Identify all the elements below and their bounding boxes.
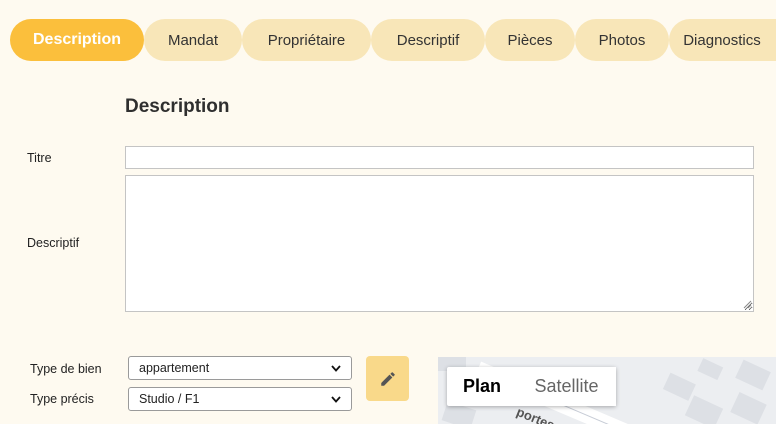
tab-descriptif[interactable]: Descriptif [371,19,485,61]
type-precis-value: Studio / F1 [139,392,200,406]
type-de-bien-value: appartement [139,361,210,375]
section-title: Description [125,96,230,117]
map-satellite-button[interactable]: Satellite [517,367,616,406]
tab-bar: Description Mandat Propriétaire Descript… [0,0,776,80]
chevron-down-icon [331,395,341,403]
tab-mandat[interactable]: Mandat [144,19,242,61]
map-plan-button[interactable]: Plan [447,367,517,406]
tab-diagnostics[interactable]: Diagnostics [669,19,776,61]
type-precis-select[interactable]: Studio / F1 [128,387,352,411]
pencil-icon [380,371,395,386]
tab-description[interactable]: Description [10,19,144,61]
descriptif-textarea[interactable] [125,175,754,312]
tab-proprietaire[interactable]: Propriétaire [242,19,371,61]
descriptif-label: Descriptif [27,236,80,250]
map-type-control: Plan Satellite [447,367,616,406]
type-de-bien-select[interactable]: appartement [128,356,352,380]
type-de-bien-label: Type de bien [30,362,102,376]
tab-pieces[interactable]: Pièces [485,19,575,61]
titre-input[interactable] [125,146,754,169]
chevron-down-icon [331,364,341,372]
map-view[interactable]: portes Plan Satellite [438,357,776,424]
titre-label: Titre [27,151,52,165]
type-precis-label: Type précis [30,392,94,406]
tab-photos[interactable]: Photos [575,19,669,61]
edit-type-button[interactable] [366,356,409,401]
